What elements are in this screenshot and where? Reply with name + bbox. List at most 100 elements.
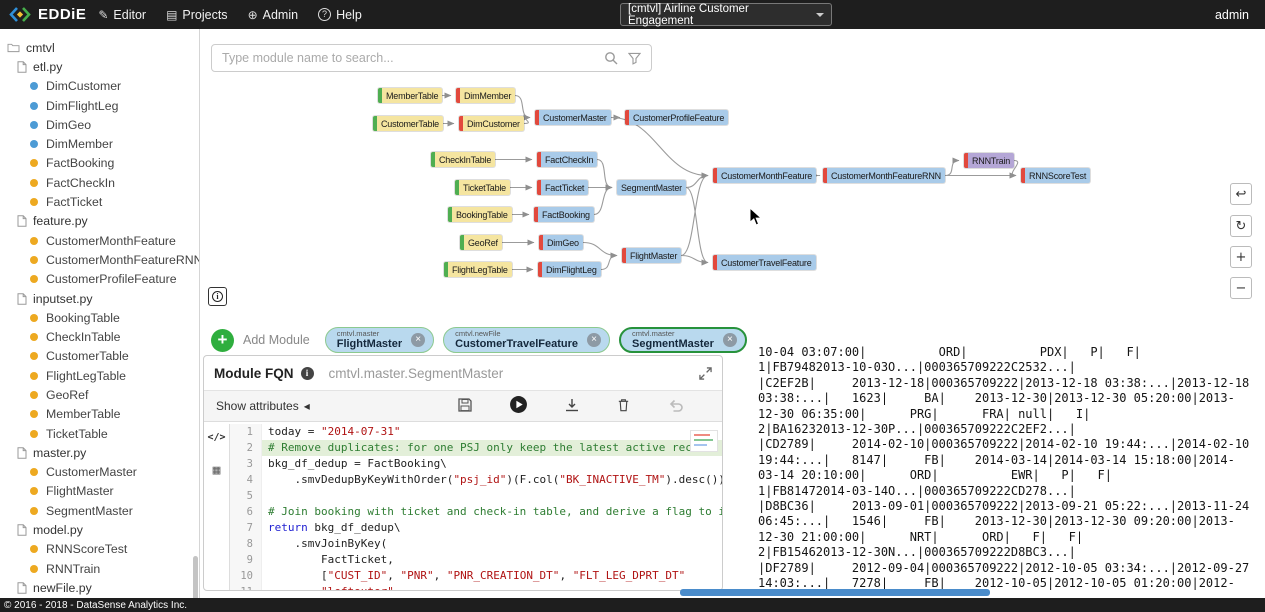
graph-node-SegmentMaster[interactable]: SegmentMaster (617, 180, 686, 195)
code-line-10[interactable]: 10 ["CUST_ID", "PNR", "PNR_CREATION_DT",… (230, 568, 722, 584)
code-editor[interactable]: 1today = "2014-07-31"2# Remove duplicate… (230, 424, 722, 590)
tree-module-CheckInTable[interactable]: CheckInTable (0, 327, 199, 346)
graph-node-DimGeo[interactable]: DimGeo (539, 235, 583, 250)
tree-module-DimMember[interactable]: DimMember (0, 134, 199, 153)
tree-module-CustomerMonthFeatureRNN[interactable]: CustomerMonthFeatureRNN (0, 250, 199, 269)
graph-node-CustomerTable[interactable]: CustomerTable (373, 116, 443, 131)
filter-icon[interactable] (628, 52, 641, 65)
tree-file-newFile-py[interactable]: newFile.py (0, 578, 199, 597)
delete-button[interactable] (616, 397, 631, 416)
close-icon[interactable]: × (411, 333, 425, 347)
run-button[interactable] (509, 395, 528, 417)
module-search-input[interactable] (212, 51, 604, 65)
tree-module-CustomerTable[interactable]: CustomerTable (0, 347, 199, 366)
tree-module-BookingTable[interactable]: BookingTable (0, 308, 199, 327)
module-tab-SegmentMaster[interactable]: cmtvl.masterSegmentMaster× (619, 327, 747, 353)
graph-node-CustomerMonthFeatureRNN[interactable]: CustomerMonthFeatureRNN (823, 168, 945, 183)
zoom-in-button[interactable]: + (1230, 246, 1252, 268)
console-output[interactable]: 10-04 03:07:00| ORD| PDX| P| F| 1|FB7948… (758, 345, 1263, 592)
table-view-button[interactable]: ▦ (213, 463, 221, 478)
expand-icon[interactable] (699, 367, 712, 380)
graph-node-FlightLegTable[interactable]: FlightLegTable (444, 262, 512, 277)
menu-item-help[interactable]: ?Help (318, 8, 362, 22)
tree-file-feature-py[interactable]: feature.py (0, 212, 199, 231)
tree-module-FlightLegTable[interactable]: FlightLegTable (0, 366, 199, 385)
add-module-button[interactable]: + Add Module (211, 329, 310, 352)
tree-module-DimFlightLeg[interactable]: DimFlightLeg (0, 96, 199, 115)
graph-canvas[interactable]: MemberTable DimMember CustomerTable DimCust… (201, 29, 1265, 318)
zoom-out-button[interactable]: − (1230, 277, 1252, 299)
project-selector[interactable]: [cmtvl] Airline Customer Engagement (620, 3, 832, 26)
export-button[interactable] (564, 397, 580, 416)
graph-node-GeoRef[interactable]: GeoRef (460, 235, 502, 250)
save-button[interactable] (457, 397, 473, 416)
tree-module-RNNTrain[interactable]: RNNTrain (0, 559, 199, 578)
graph-node-CustomerMaster[interactable]: CustomerMaster (535, 110, 611, 125)
graph-node-FactCheckIn[interactable]: FactCheckIn (537, 152, 597, 167)
code-line-1[interactable]: 1today = "2014-07-31" (230, 424, 722, 440)
graph-node-TicketTable[interactable]: TicketTable (455, 180, 510, 195)
graph-node-FlightMaster[interactable]: FlightMaster (622, 248, 681, 263)
graph-node-DimCustomer[interactable]: DimCustomer (459, 116, 524, 131)
code-line-8[interactable]: 8 .smvJoinByKey( (230, 536, 722, 552)
user-name[interactable]: admin (1215, 0, 1249, 29)
refresh-button[interactable]: ↻ (1230, 215, 1252, 237)
graph-node-FactTicket[interactable]: FactTicket (537, 180, 588, 195)
tree-module-TicketTable[interactable]: TicketTable (0, 424, 199, 443)
module-tab-FlightMaster[interactable]: cmtvl.masterFlightMaster× (325, 327, 434, 353)
undo-button[interactable] (667, 397, 684, 416)
tree-folder-cmtvl[interactable]: cmtvl (0, 38, 199, 57)
sidebar-scrollbar[interactable] (193, 556, 198, 598)
tree-file-model-py[interactable]: model.py (0, 520, 199, 539)
graph-node-CustomerMonthFeature[interactable]: CustomerMonthFeature (713, 168, 816, 183)
tree-module-FactTicket[interactable]: FactTicket (0, 192, 199, 211)
code-line-9[interactable]: 9 FactTicket, (230, 552, 722, 568)
graph-node-BookingTable[interactable]: BookingTable (448, 207, 512, 222)
menu-item-projects[interactable]: ▤Projects (166, 8, 228, 22)
tree-module-CustomerMonthFeature[interactable]: CustomerMonthFeature (0, 231, 199, 250)
graph-node-CheckInTable[interactable]: CheckInTable (431, 152, 495, 167)
close-icon[interactable]: × (587, 333, 601, 347)
fqn-info-icon[interactable]: i (301, 367, 314, 380)
tree-module-CustomerMaster[interactable]: CustomerMaster (0, 463, 199, 482)
code-line-7[interactable]: 7return bkg_df_dedup\ (230, 520, 722, 536)
tree-module-FactBooking[interactable]: FactBooking (0, 154, 199, 173)
graph-node-RNNScoreTest[interactable]: RNNScoreTest (1021, 168, 1090, 183)
tree-module-FactCheckIn[interactable]: FactCheckIn (0, 173, 199, 192)
graph-node-MemberTable[interactable]: MemberTable (378, 88, 442, 103)
tree-module-DimCustomer[interactable]: DimCustomer (0, 77, 199, 96)
brand[interactable]: EDDiE (0, 6, 98, 23)
tree-file-master-py[interactable]: master.py (0, 443, 199, 462)
graph-node-FactBooking[interactable]: FactBooking (534, 207, 594, 222)
graph-node-RNNTrain[interactable]: RNNTrain (964, 153, 1014, 168)
tree-module-RNNScoreTest[interactable]: RNNScoreTest (0, 540, 199, 559)
recenter-button[interactable]: ↩ (1230, 183, 1252, 205)
tree-module-GeoRef[interactable]: GeoRef (0, 385, 199, 404)
graph-node-CustomerTravelFeature[interactable]: CustomerTravelFeature (713, 255, 816, 270)
tree-file-inputset-py[interactable]: inputset.py (0, 289, 199, 308)
code-line-11[interactable]: 11 "leftouter" (230, 584, 722, 590)
close-icon[interactable]: × (723, 333, 737, 347)
code-line-6[interactable]: 6# Join booking with ticket and check-in… (230, 504, 722, 520)
graph-node-CustomerProfileFeature[interactable]: CustomerProfileFeature (625, 110, 728, 125)
tree-module-DimGeo[interactable]: DimGeo (0, 115, 199, 134)
search-icon[interactable] (604, 51, 618, 65)
graph-node-DimFlightLeg[interactable]: DimFlightLeg (538, 262, 601, 277)
bottom-horizontal-scrollbar[interactable] (680, 589, 990, 596)
tree-module-FlightMaster[interactable]: FlightMaster (0, 482, 199, 501)
module-tab-CustomerTravelFeature[interactable]: cmtvl.newFileCustomerTravelFeature× (443, 327, 610, 353)
code-line-3[interactable]: 3bkg_df_dedup = FactBooking\ (230, 456, 722, 472)
code-view-button[interactable]: </> (207, 432, 225, 443)
graph-node-DimMember[interactable]: DimMember (456, 88, 515, 103)
code-line-5[interactable]: 5 (230, 488, 722, 504)
tree-module-MemberTable[interactable]: MemberTable (0, 405, 199, 424)
menu-item-admin[interactable]: ⊕Admin (248, 8, 299, 22)
code-line-2[interactable]: 2# Remove duplicates: for one PSJ only k… (230, 440, 722, 456)
show-attributes-toggle[interactable]: Show attributes ◂ (216, 399, 310, 413)
tree-file-etl-py[interactable]: etl.py (0, 57, 199, 76)
code-line-4[interactable]: 4 .smvDedupByKeyWithOrder("psj_id")(F.co… (230, 472, 722, 488)
menu-item-editor[interactable]: ✎Editor (98, 8, 146, 22)
canvas-info-button[interactable]: i (208, 287, 227, 306)
tree-module-CustomerProfileFeature[interactable]: CustomerProfileFeature (0, 270, 199, 289)
tree-module-SegmentMaster[interactable]: SegmentMaster (0, 501, 199, 520)
